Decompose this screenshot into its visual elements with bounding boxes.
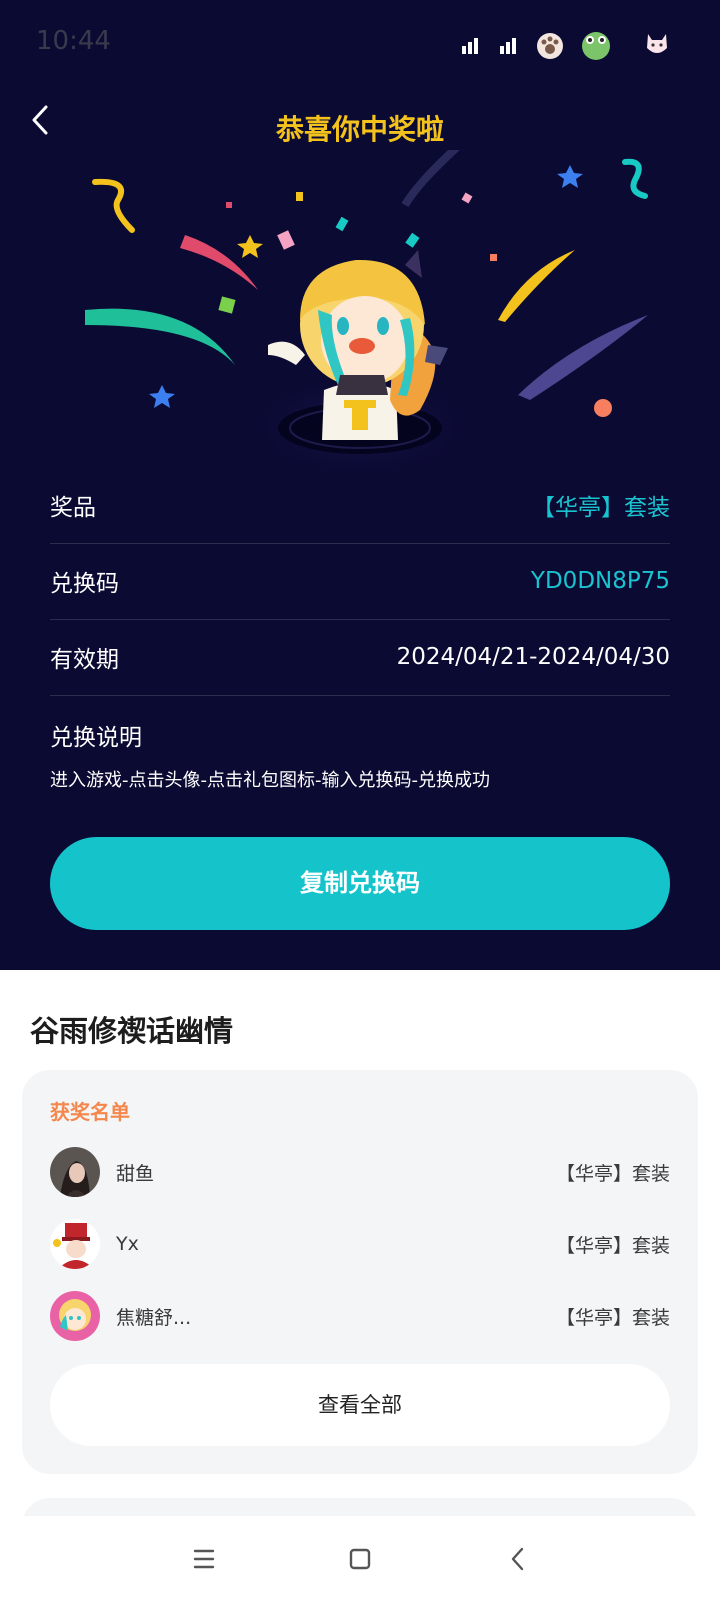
winner-name: 甜鱼 [116,1162,155,1185]
confetti-piece [461,192,473,204]
confetti-piece [296,192,303,201]
winner-row: Yx 【华亭】套装 [50,1218,670,1270]
confetti-piece [335,216,349,232]
confetti-dot [594,399,612,417]
star-shape [237,235,263,258]
winner-row: 甜鱼 【华亭】套装 [50,1146,670,1198]
confetti-piece [218,296,236,314]
home-button[interactable] [337,1536,383,1582]
validity-label: 有效期 [50,647,119,673]
validity-row: 有效期 2024/04/21-2024/04/30 [50,619,670,696]
avatar [50,1147,100,1197]
system-nav-bar [0,1516,720,1602]
confetti-piece [490,254,497,261]
celebration-illustration [85,150,648,480]
winner-prize: 【华亭】套装 [555,1234,670,1257]
winner-name: Yx [116,1233,139,1255]
confetti-squiggle [92,178,135,233]
confetti-piece [277,230,295,250]
code-label: 兑换码 [50,571,119,597]
confetti-ribbon [401,150,460,208]
activity-title: 谷雨修禊话幽情 [30,1014,234,1048]
winner-name: 焦糖舒... [116,1306,192,1329]
view-all-button[interactable]: 查看全部 [50,1364,670,1446]
home-square-icon [349,1548,371,1570]
paw-icon [537,33,563,59]
signal-icon [462,38,516,54]
menu-icon [193,1549,215,1569]
cat-icon [647,34,667,53]
confetti-ribbon [498,250,575,322]
prize-label: 奖品 [50,495,96,521]
page-title: 恭喜你中奖啦 [275,113,444,146]
confetti-ribbon [518,315,648,400]
avatar [50,1219,100,1269]
copy-code-button[interactable]: 复制兑换码 [50,837,670,930]
validity-value: 2024/04/21-2024/04/30 [396,644,670,670]
prize-row: 奖品 【华亭】套装 [50,467,670,544]
status-icons [462,32,667,60]
winners-heading: 获奖名单 [50,1100,130,1124]
nav-back-icon [511,1547,524,1571]
confetti-piece [226,202,232,208]
winner-prize: 【华亭】套装 [555,1306,670,1329]
star-shape [149,385,175,408]
confetti-ribbon [85,308,235,365]
winner-prize: 【华亭】套装 [555,1162,670,1185]
avatar [50,1291,100,1341]
nav-back-button[interactable] [495,1536,541,1582]
instructions-text: 进入游戏-点击头像-点击礼包图标-输入兑换码-兑换成功 [50,770,490,791]
confetti-squiggle [622,158,648,199]
redemption-code[interactable]: YD0DN8P75 [531,568,670,594]
status-bar: 10:44 [0,0,720,90]
prize-value: 【华亭】套装 [532,495,670,521]
status-time: 10:44 [36,26,111,56]
code-row: 兑换码 YD0DN8P75 [50,543,670,620]
instructions-label: 兑换说明 [50,725,142,751]
star-shape [557,165,583,188]
frog-icon [582,32,610,60]
winner-row: 焦糖舒... 【华亭】套装 [50,1290,670,1342]
confetti-piece [405,232,420,248]
menu-button[interactable] [181,1536,227,1582]
